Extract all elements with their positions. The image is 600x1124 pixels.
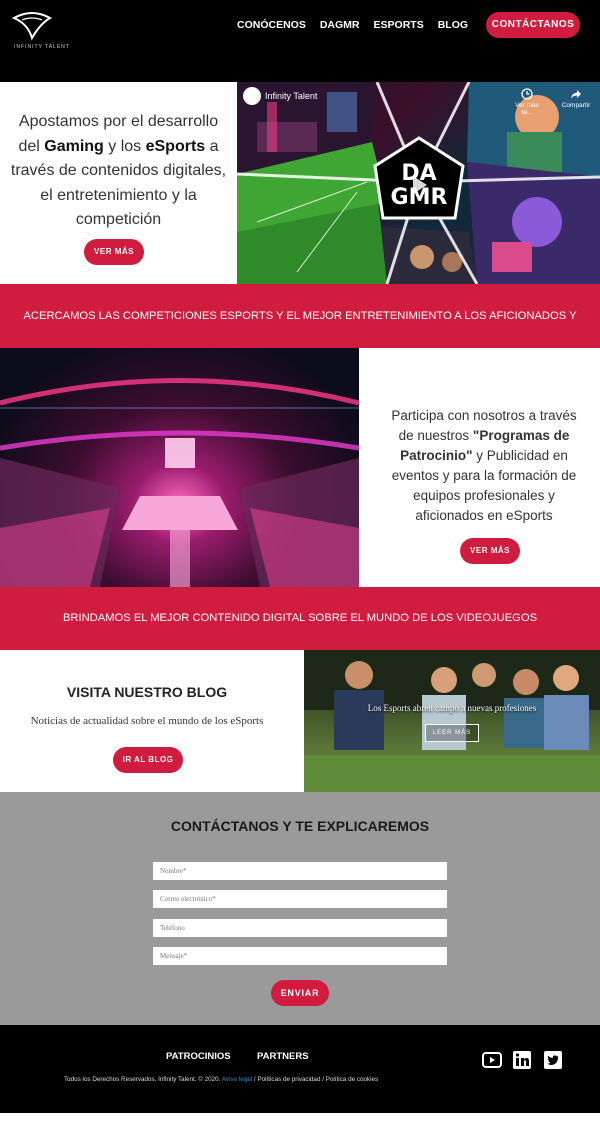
nav-esports[interactable]: ESPORTS	[374, 19, 424, 31]
esports-arena-image	[0, 348, 359, 587]
read-more-button[interactable]: LEER MÁS	[425, 724, 479, 742]
name-field[interactable]	[153, 862, 447, 880]
contact-title: CONTÁCTANOS Y TE EXPLICAREMOS	[170, 818, 430, 834]
phone-field[interactable]	[153, 919, 447, 937]
legal-notice-link[interactable]: Aviso legal	[222, 1076, 252, 1083]
dagmr-logo-play-button[interactable]: DA GMR	[371, 136, 467, 232]
cookie-policy-link[interactable]: Política de cookies	[326, 1076, 379, 1083]
site-footer: PATROCINIOS PARTNERS Todos los Derechos …	[0, 1025, 600, 1113]
site-header: INFINITY TALENT CONÓCENOS DAGMR ESPORTS …	[0, 0, 600, 82]
footer-link-patrocinios[interactable]: PATROCINIOS	[166, 1051, 231, 1062]
blog-title: VISITA NUESTRO BLOG	[66, 684, 228, 700]
arena-illustration	[0, 378, 359, 587]
youtube-video-embed[interactable]: Infinity Talent Ver más ta... Compartir …	[237, 82, 600, 284]
copyright-text: Todos los Derechos Reservados, Infinity …	[64, 1076, 379, 1083]
share-button[interactable]: Compartir	[559, 88, 593, 109]
twitter-icon[interactable]	[543, 1050, 563, 1070]
contact-section: CONTÁCTANOS Y TE EXPLICAREMOS ENVIAR	[0, 792, 600, 1025]
youtube-icon[interactable]	[482, 1050, 502, 1070]
nav-conocenos[interactable]: CONÓCENOS	[237, 19, 306, 31]
submit-button[interactable]: ENVIAR	[271, 980, 329, 1006]
hero-tagline: Apostamos por el desarrollo del Gaming y…	[10, 113, 227, 228]
video-channel-name[interactable]: Infinity Talent	[265, 91, 317, 101]
banner-digital-content: BRINDAMOS EL MEJOR CONTENIDO DIGITAL SOB…	[0, 587, 600, 650]
linkedin-icon[interactable]	[512, 1050, 532, 1070]
privacy-policy-link[interactable]: Políticas de privacidad	[257, 1076, 320, 1083]
sponsorship-ver-mas-button[interactable]: VER MÁS	[460, 538, 520, 564]
blog-subtitle: Noticias de actualidad sobre el mundo de…	[30, 715, 264, 727]
blog-post-title[interactable]: Los Esports abren campo a nuevas profesi…	[304, 703, 600, 713]
message-field[interactable]	[153, 947, 447, 965]
students-photo	[304, 650, 600, 792]
hero-ver-mas-button[interactable]: VER MÁS	[84, 239, 144, 265]
contact-button[interactable]: CONTÁCTANOS	[486, 12, 580, 38]
nav-blog[interactable]: BLOG	[438, 19, 468, 31]
go-to-blog-button[interactable]: IR AL BLOG	[113, 747, 183, 773]
logo-text: INFINITY TALENT	[14, 44, 70, 50]
nav-dagmr[interactable]: DAGMR	[320, 19, 360, 31]
clock-icon	[521, 88, 533, 100]
main-nav: CONÓCENOS DAGMR ESPORTS BLOG	[237, 19, 482, 31]
sponsorship-text: Participa con nosotros a través de nuest…	[391, 408, 577, 523]
blog-featured-post[interactable]: Los Esports abren campo a nuevas profesi…	[304, 650, 600, 792]
banner-competitions: ACERCAMOS LAS COMPETICIONES ESPORTS Y EL…	[0, 284, 600, 386]
email-field[interactable]	[153, 890, 447, 908]
channel-avatar[interactable]	[243, 87, 261, 105]
footer-link-partners[interactable]: PARTNERS	[257, 1051, 309, 1062]
share-icon	[571, 90, 581, 99]
watch-later-button[interactable]: Ver más ta...	[510, 88, 544, 116]
